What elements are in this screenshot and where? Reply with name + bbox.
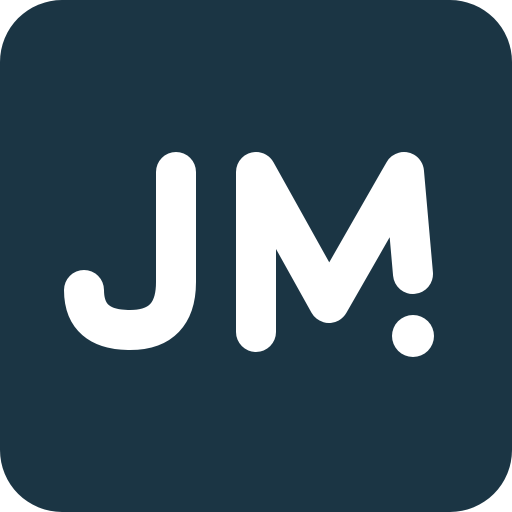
app-icon xyxy=(0,0,512,512)
exclamation-dot xyxy=(392,315,434,357)
jm-logo-mark xyxy=(0,0,512,512)
